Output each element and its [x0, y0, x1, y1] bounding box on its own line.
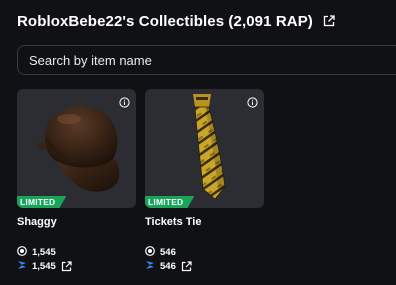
- collectible-card[interactable]: LIMITED Tickets Tie 546 546: [145, 89, 264, 273]
- value-icon: [145, 260, 155, 273]
- value-amount: 1,545: [32, 260, 56, 272]
- rap-value: 1,545: [32, 246, 56, 258]
- value-row: 1,545: [17, 259, 136, 273]
- search-box[interactable]: [17, 45, 396, 75]
- search-input[interactable]: [29, 52, 396, 68]
- limited-badge: LIMITED: [17, 196, 66, 208]
- rap-row: 546: [145, 245, 264, 259]
- item-name[interactable]: Tickets Tie: [145, 216, 264, 228]
- rap-icon: [145, 245, 155, 259]
- collectible-card[interactable]: LIMITED Shaggy 1,545 1,545: [17, 89, 136, 273]
- collectibles-page: RobloxBebe22's Collectibles (2,091 RAP): [0, 0, 396, 285]
- external-link-icon[interactable]: [61, 260, 72, 272]
- rap-icon: [17, 245, 27, 259]
- external-link-icon[interactable]: [323, 15, 335, 27]
- item-name[interactable]: Shaggy: [17, 216, 136, 228]
- info-icon[interactable]: [247, 95, 258, 108]
- info-icon[interactable]: [119, 95, 130, 108]
- collectibles-header: RobloxBebe22's Collectibles (2,091 RAP): [17, 10, 335, 32]
- value-amount: 546: [160, 260, 176, 272]
- item-thumbnail[interactable]: LIMITED: [145, 89, 264, 208]
- value-row: 546: [145, 259, 264, 273]
- page-title: RobloxBebe22's Collectibles (2,091 RAP): [17, 12, 313, 30]
- external-link-icon[interactable]: [181, 260, 192, 272]
- item-thumbnail[interactable]: LIMITED: [17, 89, 136, 208]
- limited-badge: LIMITED: [145, 196, 194, 208]
- rap-row: 1,545: [17, 245, 136, 259]
- value-icon: [17, 260, 27, 273]
- rap-value: 546: [160, 246, 176, 258]
